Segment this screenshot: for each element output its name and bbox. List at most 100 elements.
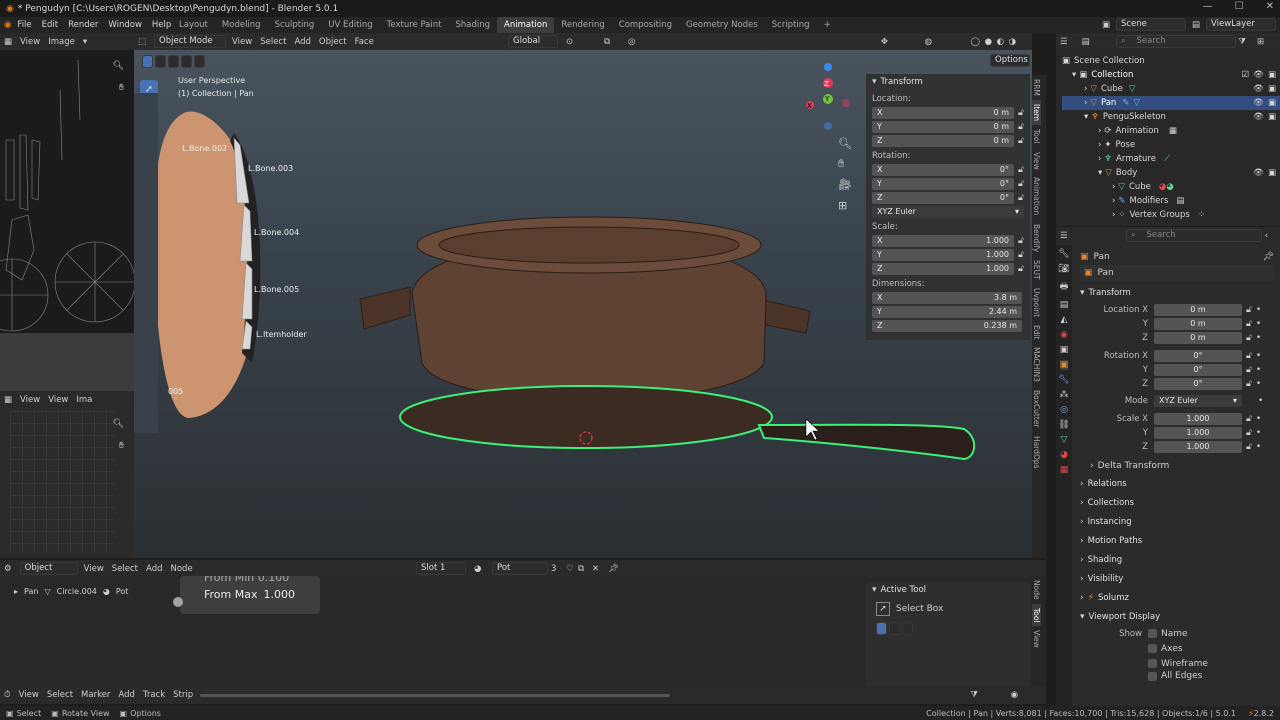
blender-menu-icon[interactable]: ◉ [4,20,11,30]
scale-x-field[interactable]: X 1.000 [872,235,1014,247]
node-menu-view[interactable]: View [84,564,104,574]
pin-icon[interactable]: 📌︎ [1263,252,1274,262]
tab-geometry-nodes[interactable]: Geometry Nodes [679,17,765,33]
editor-type-icon[interactable]: ▦ [4,395,12,405]
section-instancing[interactable]: › Instancing [1080,512,1274,531]
display-mode-icon[interactable]: ▤ [1082,37,1090,47]
constraints-tab-icon[interactable]: ⛓︎ [1058,420,1069,430]
tool-tab-icon[interactable]: 🔧︎ [1058,249,1069,259]
outliner-row-vertex-groups[interactable]: › ⁘ Vertex Groups ⁘ [1062,208,1280,222]
node-from-max-field[interactable]: From Max 1.000 [180,584,320,605]
section-motion-paths[interactable]: › Motion Paths [1080,531,1274,550]
sidebar-tab-hardops[interactable]: HardOps [1032,432,1041,473]
sidebar-tab-edit[interactable]: Edit [1032,321,1041,344]
image-dropdown-icon[interactable]: ▾ [83,37,87,47]
editor-type-icon[interactable]: ▦ [4,37,12,47]
outliner-row-pose[interactable]: › ✦ Pose [1062,138,1280,152]
lock-icon[interactable]: 🔓︎ [1246,333,1252,343]
lock-icon[interactable]: 🔓︎ [1246,365,1252,375]
pan-hand-icon[interactable]: ✋︎ [119,83,124,93]
data-tab-icon[interactable]: ▽ [1061,435,1068,445]
sidebar-tab-machin3[interactable]: MACHIN3 [1032,343,1041,386]
maximize-button[interactable]: ☐ [1235,1,1244,12]
particles-tab-icon[interactable]: ⁂ [1060,390,1069,400]
fake-user-icon[interactable]: ♡ [566,564,574,574]
duplicate-material-icon[interactable]: ⧉ [578,564,584,574]
rotation-z-input[interactable]: 0° [1154,377,1242,390]
location-x-field[interactable]: X0 m [872,107,1014,119]
output-tab-icon[interactable]: 🖶︎ [1060,279,1069,295]
location-y-field[interactable]: Y0 m [872,121,1014,133]
material-name-field[interactable]: Pot [492,562,548,575]
lock-icon[interactable]: 🔓︎ [1246,428,1252,438]
sidebar-tab-item[interactable]: Item [1032,99,1041,125]
texture-tab-icon[interactable]: ▦ [1060,465,1069,475]
tool-mode-subtract[interactable] [902,622,913,635]
outliner-row-armature[interactable]: › ♆ Armature ⟋ [1062,152,1280,166]
outliner-row-animation[interactable]: › ⟳ Animation ▦ [1062,124,1280,138]
lock-icon[interactable]: 🔓︎ [1246,351,1252,361]
zoom-icon[interactable]: 🔍︎ [113,61,124,71]
section-shading[interactable]: › Shading [1080,550,1274,569]
lock-icon[interactable]: 🔓︎ [1018,250,1024,260]
material-tab-icon[interactable]: ◕ [1060,450,1068,460]
timeline-menu-strip[interactable]: Strip [173,690,193,700]
dimension-z-field[interactable]: Z 0.238 m [872,320,1022,332]
camera-icon[interactable]: ▣ [1268,168,1276,178]
tab-layout[interactable]: Layout [172,17,215,33]
zoom-icon[interactable]: 🔍︎ [113,419,124,429]
sidebar-tab-bendify[interactable]: Bendify [1032,220,1041,256]
lock-icon[interactable]: 🔓︎ [1246,305,1252,315]
scale-x-input[interactable]: 1.000 [1154,412,1242,425]
location-z-field[interactable]: Z0 m [872,135,1014,147]
gizmo-x-label[interactable]: X [807,102,812,110]
shader-tab-node[interactable]: Node [1032,576,1041,604]
editor-type-icon[interactable]: ⏱︎ [4,690,11,700]
shader-tab-view[interactable]: View [1032,626,1041,652]
breadcrumb-material[interactable]: Pot [116,587,129,596]
lock-icon[interactable]: 🔓︎ [1246,319,1252,329]
menu-window[interactable]: Window [108,20,142,30]
tab-animation[interactable]: Animation [497,17,555,33]
world-tab-icon[interactable]: ◉ [1060,330,1068,340]
outliner-row-modifiers[interactable]: › ✎ Modifiers ▤ [1062,194,1280,208]
menu-render[interactable]: Render [68,20,98,30]
lock-icon[interactable]: 🔓︎ [1018,136,1024,146]
section-visibility[interactable]: › Visibility [1080,569,1274,588]
timeline-menu-marker[interactable]: Marker [81,690,110,700]
rotation-mode-select[interactable]: XYZ Euler ▾ [872,206,1024,218]
lock-icon[interactable]: 🔓︎ [1018,264,1024,274]
section-collections[interactable]: › Collections [1080,493,1274,512]
editor-type-icon[interactable]: ☰ [1060,37,1068,47]
eye-icon[interactable]: 👁︎ [1253,84,1264,94]
scale-z-field[interactable]: Z 1.000 [872,263,1014,275]
timeline-menu-select[interactable]: Select [47,690,73,700]
tool-mode-extend[interactable] [889,622,900,635]
eye-icon[interactable]: 👁︎ [1253,168,1264,178]
location-z-input[interactable]: 0 m [1154,331,1242,344]
timeline-scrollbar[interactable] [200,694,670,697]
sidebar-tab-rrm[interactable]: RRM [1032,75,1041,100]
lock-icon[interactable]: 🔓︎ [1246,379,1252,389]
node-from-min-field[interactable]: From Min 0.100 [180,576,320,584]
scene-tab-icon[interactable]: ◭ [1061,315,1068,325]
dimension-y-field[interactable]: Y 2.44 m [872,306,1022,318]
outliner-row-cube[interactable]: › ▽ Cube ▽ 👁︎ ▣ [1062,82,1280,96]
scale-y-input[interactable]: 1.000 [1154,426,1242,439]
tab-compositing[interactable]: Compositing [612,17,679,33]
keyframe-dot-icon[interactable]: • [1256,414,1261,424]
menu-help[interactable]: Help [152,20,171,30]
node-menu-select[interactable]: Select [112,564,138,574]
render-tab-icon[interactable]: 📷︎ [1058,264,1069,274]
outliner-row-body[interactable]: ▾ ▽ Body 👁︎ ▣ [1062,166,1280,180]
close-button[interactable]: ✕ [1266,1,1274,12]
tab-texture-paint[interactable]: Texture Paint [380,17,449,33]
eye-icon[interactable]: 👁︎ [1253,112,1264,122]
outliner-row-pan[interactable]: › ▽ Pan ✎ ▽ 👁︎ ▣ [1062,96,1280,110]
nav-grid-icon[interactable]: ⊞ [838,199,847,212]
dimension-x-field[interactable]: X 3.8 m [872,292,1022,304]
lock-icon[interactable]: 🔓︎ [1018,165,1024,175]
properties-search-input[interactable]: ⌕ Search [1126,229,1262,242]
timeline-menu-view[interactable]: View [19,690,39,700]
shader-type-select[interactable]: Object [19,562,78,575]
